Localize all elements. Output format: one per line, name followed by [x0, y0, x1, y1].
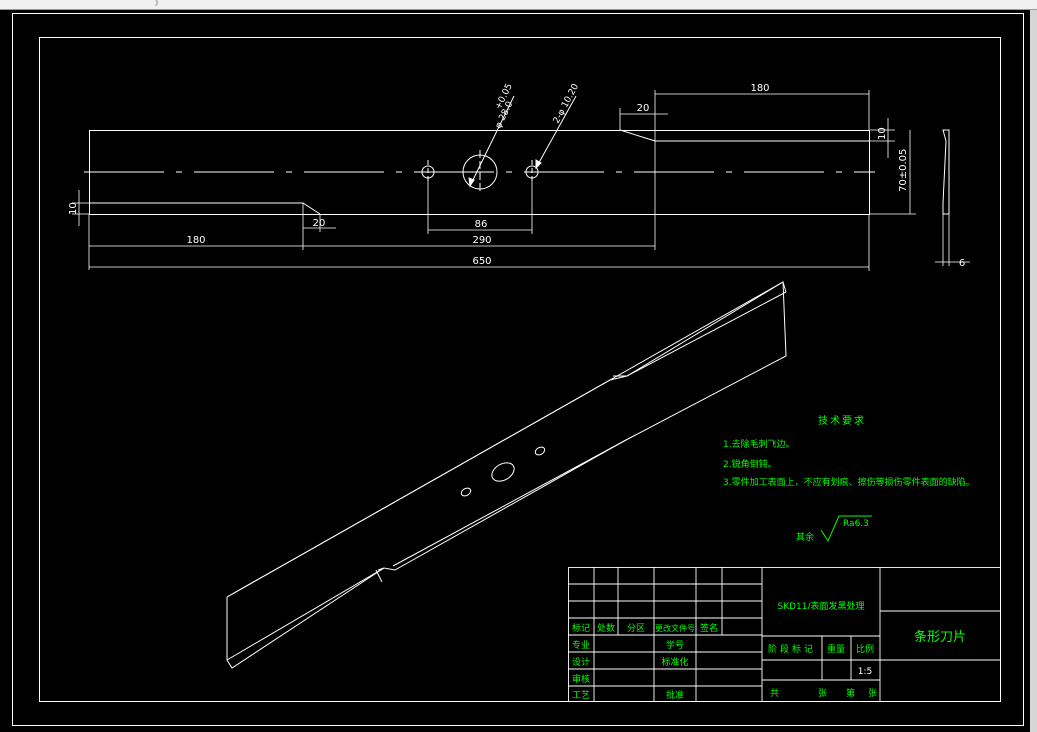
- dim-10-right: 10: [877, 127, 888, 140]
- side-profile: [942, 129, 950, 215]
- tb-weight: 重量: [827, 643, 845, 655]
- dim-20-top: 20: [637, 103, 650, 114]
- tb-row-std: 标准化: [661, 656, 688, 668]
- bevel-line-right: [619, 129, 869, 142]
- tb-stage: 阶段标记: [768, 643, 816, 655]
- tb-total: 共: [770, 688, 779, 699]
- roughness-value: Ra6.3: [843, 519, 869, 529]
- bevel-line-left: [89, 202, 321, 215]
- dim-180-top: 180: [750, 83, 769, 94]
- isometric-view: [226, 281, 787, 669]
- tb-row-process: 工艺: [572, 690, 590, 701]
- tech-item-3: 3.零件加工表面上，不应有划痕、擦伤等损伤零件表面的缺陷。: [723, 476, 975, 488]
- dim-20-left: 20: [313, 218, 326, 229]
- tb-part-name: 条形刀片: [914, 629, 966, 645]
- tb-header-docno: 更改文件号: [655, 623, 695, 633]
- tb-material: SKD11/表面发黑处理: [777, 600, 864, 612]
- iso-edge-line: [392, 439, 627, 567]
- iso-edge-line2: [226, 567, 385, 661]
- tb-header-zone: 分区: [627, 623, 645, 634]
- tb-header-mark: 标记: [572, 622, 590, 634]
- tb-header-sign: 签名: [700, 622, 718, 634]
- hole-small-diameter: 2-φ 10.20: [552, 82, 581, 125]
- dim-180-left: 180: [186, 235, 205, 246]
- tb-page: 第: [846, 687, 855, 699]
- tb-row-approve: 批准: [666, 689, 684, 701]
- tb-row-major: 专业: [572, 639, 590, 651]
- dim-86: 86: [475, 219, 488, 230]
- tb-sheet: 张: [818, 688, 827, 699]
- dim-10-left: 10: [68, 202, 79, 215]
- iso-hole-small-left: [460, 487, 472, 497]
- tb-scale: 1:5: [858, 667, 872, 677]
- dim-70-right: 70±0.05: [898, 149, 909, 192]
- dim-290: 290: [472, 235, 491, 246]
- tb-header-count: 处数: [597, 622, 615, 634]
- iso-hole-small-right: [534, 446, 546, 456]
- roughness-label: 其余: [796, 531, 814, 543]
- side-view: [935, 129, 970, 266]
- tb-ratio: 比例: [856, 643, 874, 655]
- leader-arrow-a: [468, 177, 475, 188]
- tech-title: 技术要求: [818, 414, 866, 427]
- tech-item-1: 1.去除毛刺飞边。: [723, 438, 795, 450]
- outer-sheet-border: [12, 13, 1024, 726]
- dim-650: 650: [472, 256, 491, 267]
- iso-hole-large: [491, 462, 515, 482]
- tb-sheet2: 张: [868, 688, 877, 699]
- tb-row-student: 学号: [666, 639, 684, 651]
- main-view: [84, 95, 875, 215]
- tb-row-review: 审核: [572, 673, 590, 685]
- tb-row-design: 设计: [572, 656, 590, 668]
- iso-blade-face: [226, 281, 787, 669]
- dim-6: 6: [959, 258, 965, 269]
- tech-item-2: 2.锐角倒钝。: [723, 458, 777, 470]
- cad-drawing-canvas: 180 20 10 70±0.05 10 20 86 180 290 650 6…: [12, 13, 1024, 726]
